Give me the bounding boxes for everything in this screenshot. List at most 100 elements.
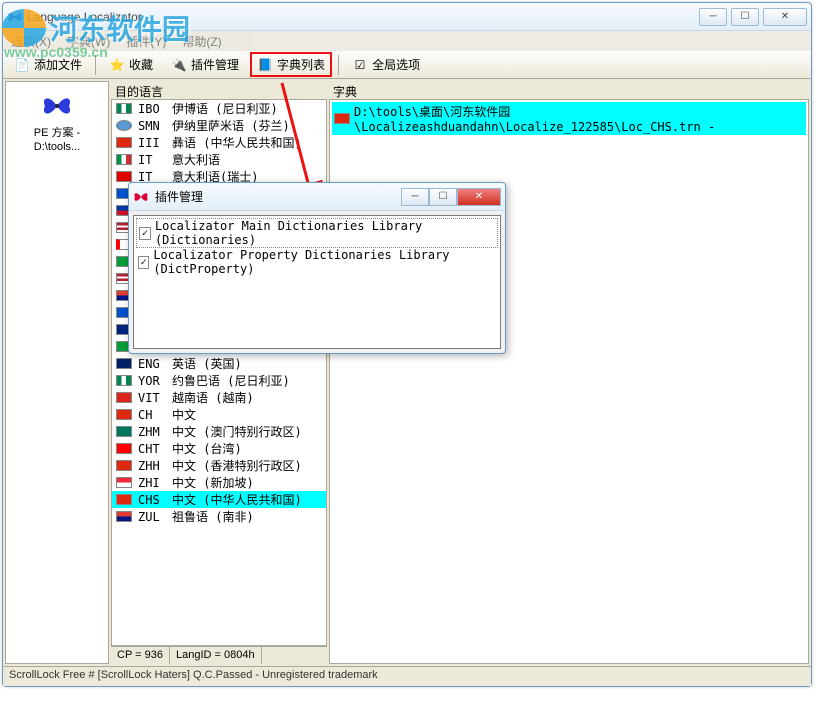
lang-code: CH — [138, 408, 166, 422]
lang-name: 伊博语 (尼日利亚) — [172, 100, 278, 117]
lang-code: ZHI — [138, 476, 166, 490]
plugin-row[interactable]: ✓ Localizator Property Dictionaries Libra… — [136, 248, 498, 276]
plugin-row[interactable]: ✓Localizator Main Dictionaries Library (… — [136, 218, 498, 248]
lang-name: 中文 — [172, 406, 196, 423]
dict-path: D:\tools\桌面\河东软件园\Localizeashduandahn\Lo… — [354, 103, 804, 134]
app-icon — [7, 9, 23, 25]
dictionary-item[interactable]: D:\tools\桌面\河东软件园\Localizeashduandahn\Lo… — [332, 102, 806, 135]
workspace: PE 方案 - D:\tools... 目的语言 IBO伊博语 (尼日利亚)SM… — [3, 79, 811, 666]
language-item-ch[interactable]: CH 中文 — [112, 406, 326, 423]
checkbox-icon[interactable]: ✓ — [138, 256, 149, 269]
lang-name: 约鲁巴语 (尼日利亚) — [172, 372, 290, 389]
dictionary-panel: 字典 D:\tools\桌面\河东软件园\Localizeashduandahn… — [329, 81, 809, 664]
project-label-2: D:\tools... — [34, 140, 80, 154]
options-icon: ☑ — [352, 57, 368, 73]
lang-code: CHS — [138, 493, 166, 507]
lang-name: 中文 (香港特别行政区) — [172, 457, 302, 474]
lang-name: 伊纳里萨米语 (芬兰) — [172, 117, 290, 134]
language-item-yor[interactable]: YOR 约鲁巴语 (尼日利亚) — [112, 372, 326, 389]
flag-icon — [116, 103, 132, 114]
lang-name: 意大利语 — [172, 151, 220, 168]
lang-code: VIT — [138, 391, 166, 405]
dialog-minimize-button[interactable]: ─ — [401, 188, 429, 206]
language-item-zhh[interactable]: ZHH 中文 (香港特别行政区) — [112, 457, 326, 474]
menu-options[interactable]: 选项(X) — [7, 31, 55, 52]
lang-name: 越南语 (越南) — [172, 389, 254, 406]
minimize-button[interactable]: ─ — [699, 8, 727, 26]
plugin-label: Localizator Property Dictionaries Librar… — [153, 248, 496, 276]
language-item-iii[interactable]: III彝语 (中华人民共和国) — [112, 134, 326, 151]
dict-list-button[interactable]: 📘 字典列表 — [250, 52, 332, 77]
maximize-button[interactable]: ☐ — [731, 8, 759, 26]
menu-plugin[interactable]: 插件(Y) — [122, 31, 170, 52]
language-item-ibo[interactable]: IBO伊博语 (尼日利亚) — [112, 100, 326, 117]
lang-name: 中文 (新加坡) — [172, 474, 254, 491]
lang-name: 祖鲁语 (南非) — [172, 508, 254, 525]
plugin-icon: 🔌 — [171, 57, 187, 73]
flag-icon — [116, 460, 132, 471]
lang-code: YOR — [138, 374, 166, 388]
language-item-vit[interactable]: VIT 越南语 (越南) — [112, 389, 326, 406]
dictionary-panel-header: 字典 — [329, 81, 809, 99]
close-button[interactable]: ✕ — [763, 8, 807, 26]
flag-icon — [116, 443, 132, 454]
language-panel-header: 目的语言 — [111, 81, 327, 99]
menu-help[interactable]: 帮助(Z) — [178, 31, 225, 52]
dialog-close-button[interactable]: ✕ — [457, 188, 501, 206]
window-title: Language Localizator — [27, 10, 699, 24]
lang-name: 中文 (台湾) — [172, 440, 242, 457]
dialog-maximize-button[interactable]: ☐ — [429, 188, 457, 206]
language-item-eng[interactable]: ENG 英语 (英国) — [112, 355, 326, 372]
menubar: 选项(X) 字典(W) 插件(Y) 帮助(Z) — [3, 31, 811, 51]
language-item-zul[interactable]: ZUL 祖鲁语 (南非) — [112, 508, 326, 525]
langid-status: LangID = 0804h — [170, 647, 262, 664]
titlebar: Language Localizator ─ ☐ ✕ — [3, 3, 811, 31]
project-panel: PE 方案 - D:\tools... — [5, 81, 109, 664]
lang-name: 中文 (中华人民共和国) — [172, 491, 302, 508]
book-icon: 📘 — [257, 57, 273, 73]
plugin-manager-dialog: 插件管理 ─ ☐ ✕ ✓Localizator Main Dictionarie… — [128, 182, 506, 354]
lang-code: SMN — [138, 119, 166, 133]
language-item-it[interactable]: IT意大利语 — [112, 151, 326, 168]
lang-code: ZHM — [138, 425, 166, 439]
language-item-chs[interactable]: CHS 中文 (中华人民共和国) — [112, 491, 326, 508]
flag-icon — [116, 477, 132, 488]
language-item-zhm[interactable]: ZHM 中文 (澳门特别行政区) — [112, 423, 326, 440]
lang-code: ZUL — [138, 510, 166, 524]
cp-status: CP = 936 — [111, 647, 170, 664]
lang-code: ZHH — [138, 459, 166, 473]
lang-name: 彝语 (中华人民共和国) — [172, 134, 302, 151]
project-label-1: PE 方案 - — [34, 126, 80, 140]
flag-icon — [116, 154, 132, 165]
global-options-button[interactable]: ☑ 全局选项 — [345, 52, 427, 77]
dialog-icon — [133, 189, 149, 205]
flag-icon — [116, 171, 132, 182]
flag-icon — [116, 375, 132, 386]
add-file-button[interactable]: 📄 添加文件 — [7, 52, 89, 77]
lang-code: ENG — [138, 357, 166, 371]
flag-icon — [116, 409, 132, 420]
lang-code: CHT — [138, 442, 166, 456]
flag-icon — [116, 494, 132, 505]
project-icon[interactable] — [39, 90, 75, 122]
star-icon: ⭐ — [109, 57, 125, 73]
menu-dict[interactable]: 字典(W) — [63, 31, 114, 52]
statusbar: ScrollLock Free # [ScrollLock Haters] Q.… — [3, 666, 811, 686]
flag-icon — [334, 113, 350, 124]
plugin-list[interactable]: ✓Localizator Main Dictionaries Library (… — [133, 215, 501, 349]
lang-name: 英语 (英国) — [172, 355, 242, 372]
dialog-title: 插件管理 — [153, 188, 401, 205]
add-file-icon: 📄 — [14, 57, 30, 73]
lang-name: 中文 (澳门特别行政区) — [172, 423, 302, 440]
language-item-zhi[interactable]: ZHI 中文 (新加坡) — [112, 474, 326, 491]
toolbar: 📄 添加文件 ⭐ 收藏 🔌 插件管理 📘 字典列表 ☑ 全局选项 — [3, 51, 811, 79]
language-item-smn[interactable]: SMN 伊纳里萨米语 (芬兰) — [112, 117, 326, 134]
favorites-button[interactable]: ⭐ 收藏 — [102, 52, 160, 77]
flag-icon — [116, 137, 132, 148]
flag-icon — [116, 358, 132, 369]
language-item-cht[interactable]: CHT 中文 (台湾) — [112, 440, 326, 457]
flag-icon — [116, 120, 132, 131]
flag-icon — [116, 426, 132, 437]
plugin-manager-button[interactable]: 🔌 插件管理 — [164, 52, 246, 77]
checkbox-icon[interactable]: ✓ — [139, 227, 151, 240]
